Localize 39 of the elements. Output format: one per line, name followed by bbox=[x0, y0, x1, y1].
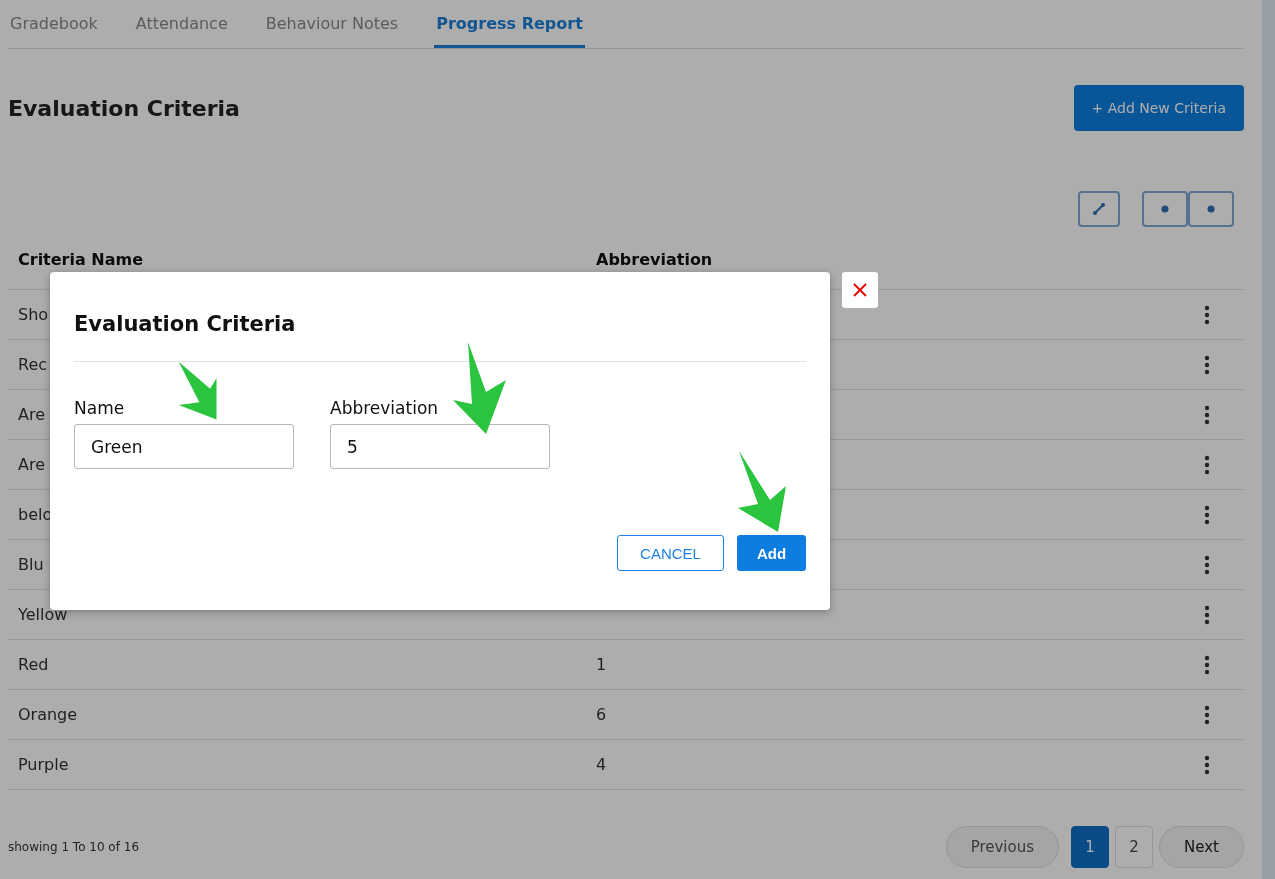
tab[interactable]: Attendance bbox=[133, 12, 230, 48]
table-cell: Orange bbox=[18, 705, 78, 724]
table-cell: Blu bbox=[18, 555, 44, 574]
field-label: Name bbox=[74, 398, 126, 418]
pagination-summary: showing 1 To 10 of 16 bbox=[8, 840, 139, 854]
page-number[interactable]: 2 bbox=[1115, 826, 1154, 868]
next-button[interactable] bbox=[1188, 191, 1234, 227]
add-button[interactable]: Add bbox=[737, 535, 806, 571]
table-cell: Rec bbox=[18, 355, 48, 374]
table-cell: Yellow bbox=[18, 605, 68, 624]
tab[interactable]: Gradebook bbox=[8, 12, 100, 48]
next-page-button[interactable]: Next bbox=[1159, 826, 1244, 868]
column-header: Criteria Name bbox=[18, 250, 144, 269]
previous-button[interactable] bbox=[1142, 191, 1188, 227]
close-button[interactable] bbox=[842, 272, 878, 308]
tab[interactable]: Progress Report bbox=[434, 12, 585, 48]
close-icon bbox=[853, 283, 867, 297]
table-cell: Are bbox=[18, 455, 45, 474]
table-cell: belo bbox=[18, 505, 53, 524]
table-cell: 4 bbox=[596, 755, 607, 774]
tab[interactable]: Behaviour Notes bbox=[263, 12, 401, 48]
expand-icon bbox=[1092, 202, 1106, 216]
cancel-button[interactable]: CANCEL bbox=[617, 535, 724, 571]
table-cell: 1 bbox=[596, 655, 607, 674]
column-header: Abbreviation bbox=[596, 250, 713, 269]
input-field[interactable]: 5 bbox=[330, 424, 550, 469]
input-field[interactable]: Green bbox=[74, 424, 294, 469]
table-cell: Red bbox=[18, 655, 49, 674]
table-cell: Purple bbox=[18, 755, 69, 774]
page-title: Evaluation Criteria bbox=[8, 95, 240, 121]
page-number[interactable]: 1 bbox=[1071, 826, 1110, 868]
dialog-title: Evaluation Criteria bbox=[74, 312, 297, 336]
table-cell: 6 bbox=[596, 705, 607, 724]
table-cell: Sho bbox=[18, 305, 49, 324]
expand-button[interactable] bbox=[1078, 191, 1120, 227]
previous-page-button[interactable]: Previous bbox=[945, 826, 1060, 868]
table-cell: Are bbox=[18, 405, 45, 424]
add-criteria-button[interactable]: + Add New Criteria bbox=[1073, 85, 1244, 131]
field-label: Abbreviation bbox=[330, 398, 440, 418]
